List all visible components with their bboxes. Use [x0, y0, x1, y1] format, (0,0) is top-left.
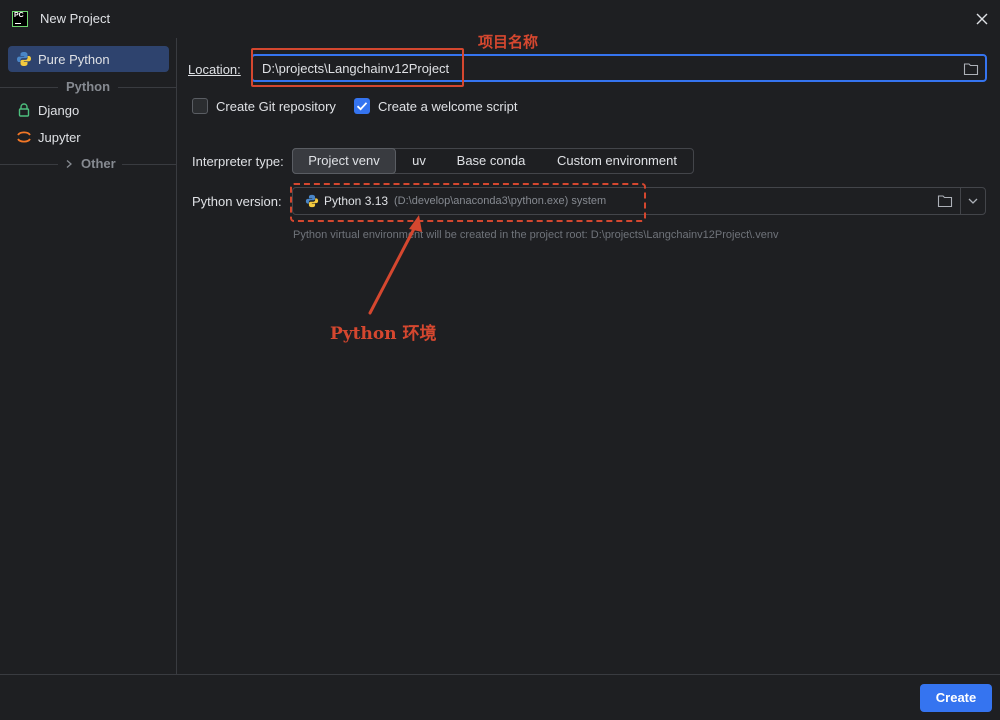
- sidebar-group-other[interactable]: Other: [0, 156, 177, 172]
- footer-divider: [0, 674, 1000, 675]
- annotation-python-env: Python 环境: [330, 324, 437, 344]
- create-button[interactable]: Create: [920, 684, 992, 712]
- project-type-sidebar: Pure Python Python Django Jupyter Other: [0, 38, 177, 674]
- annotation-project-name: 项目名称: [478, 33, 539, 51]
- sidebar-item-label: Pure Python: [38, 52, 110, 67]
- folder-icon[interactable]: [963, 62, 979, 76]
- sidebar-group-python: Python: [0, 79, 177, 95]
- tab-custom-environment[interactable]: Custom environment: [545, 149, 689, 173]
- chevron-right-icon: [66, 160, 72, 168]
- chevron-down-icon[interactable]: [967, 196, 979, 206]
- close-icon: [976, 13, 988, 25]
- window-title: New Project: [40, 11, 111, 26]
- tab-uv[interactable]: uv: [398, 149, 440, 173]
- folder-icon[interactable]: [937, 194, 953, 208]
- pycharm-app-icon: PC: [12, 11, 28, 27]
- sidebar-item-label: Jupyter: [38, 130, 81, 145]
- location-label: Location:: [188, 62, 241, 77]
- tab-project-venv[interactable]: Project venv: [292, 148, 396, 174]
- interpreter-type-selector: Project venv uv Base conda Custom enviro…: [292, 148, 694, 174]
- annotation-arrow: [368, 215, 422, 315]
- annotation-box-location: [251, 48, 464, 87]
- sidebar-item-jupyter[interactable]: Jupyter: [8, 124, 169, 150]
- python-icon: [17, 52, 31, 66]
- sidebar-item-django[interactable]: Django: [8, 97, 169, 123]
- sidebar-item-label: Django: [38, 103, 80, 118]
- welcome-script-checkbox[interactable]: [354, 98, 370, 114]
- lock-icon: [18, 103, 30, 117]
- annotation-box-python-version: [290, 183, 646, 222]
- interpreter-type-label: Interpreter type:: [192, 154, 284, 169]
- jupyter-icon: [17, 131, 31, 143]
- create-git-label: Create Git repository: [216, 99, 336, 114]
- python-version-label: Python version:: [192, 194, 282, 209]
- sidebar-item-pure-python[interactable]: Pure Python: [8, 46, 169, 72]
- tab-base-conda[interactable]: Base conda: [443, 149, 539, 173]
- welcome-script-label: Create a welcome script: [378, 99, 518, 114]
- create-git-checkbox[interactable]: [192, 98, 208, 114]
- close-button[interactable]: [972, 9, 992, 29]
- checkmark-icon: [356, 102, 368, 111]
